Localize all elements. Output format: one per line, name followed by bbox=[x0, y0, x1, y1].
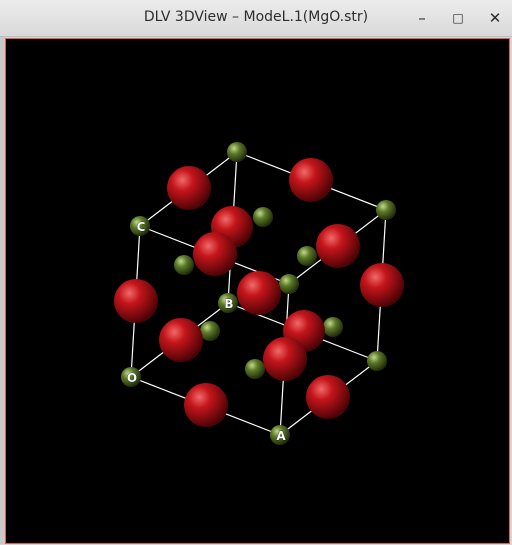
o-atom[interactable] bbox=[114, 279, 158, 323]
o-atom[interactable] bbox=[306, 375, 350, 419]
o-atom[interactable] bbox=[316, 224, 360, 268]
o-atom[interactable] bbox=[360, 263, 404, 307]
axis-label-origin: O bbox=[127, 371, 137, 385]
o-atom[interactable] bbox=[159, 318, 203, 362]
o-atom[interactable] bbox=[167, 166, 211, 210]
o-atom[interactable] bbox=[237, 271, 281, 315]
mg-atom[interactable] bbox=[376, 200, 396, 220]
o-atom[interactable] bbox=[263, 337, 307, 381]
o-atom[interactable] bbox=[289, 158, 333, 202]
3d-viewport[interactable]: C B O A bbox=[5, 38, 510, 544]
maximize-button[interactable]: □ bbox=[446, 6, 470, 30]
mg-atom[interactable] bbox=[253, 207, 273, 227]
mg-atom[interactable] bbox=[227, 142, 247, 162]
mg-atom[interactable] bbox=[200, 321, 220, 341]
mg-atom[interactable] bbox=[367, 351, 387, 371]
o-atom[interactable] bbox=[193, 232, 237, 276]
minimize-button[interactable]: – bbox=[410, 6, 434, 30]
crystal-structure-canvas[interactable]: C B O A bbox=[6, 39, 511, 545]
axis-label-b: B bbox=[224, 297, 233, 311]
o-atom[interactable] bbox=[184, 383, 228, 427]
axis-label-a: A bbox=[276, 429, 286, 443]
mg-atom[interactable] bbox=[323, 317, 343, 337]
window-title: DLV 3DView – ModeL.1(MgO.str) bbox=[143, 9, 369, 25]
mg-atom[interactable] bbox=[297, 246, 317, 266]
title-bar: DLV 3DView – ModeL.1(MgO.str) – □ ✕ bbox=[0, 0, 512, 37]
mg-atom[interactable] bbox=[245, 359, 265, 379]
mg-atom[interactable] bbox=[174, 255, 194, 275]
mg-atom[interactable] bbox=[279, 274, 299, 294]
axis-label-c: C bbox=[137, 220, 146, 234]
close-button[interactable]: ✕ bbox=[483, 6, 507, 30]
